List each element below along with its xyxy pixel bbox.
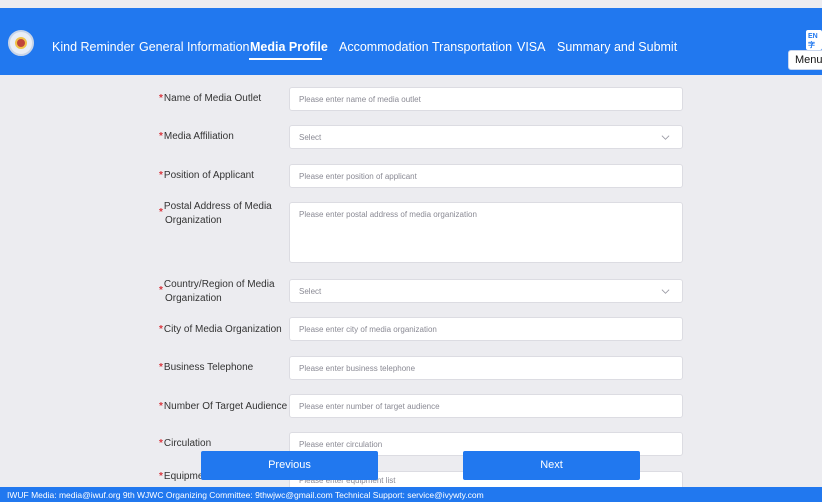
- country-region-select-value: Select: [299, 287, 322, 296]
- chevron-down-icon: [661, 289, 670, 294]
- field-label-country-region: *Country/Region of Media Organization: [159, 279, 275, 304]
- field-label-media-outlet: *Name of Media Outlet: [159, 93, 262, 104]
- previous-button[interactable]: Previous: [201, 451, 378, 480]
- nav-item-accommodation[interactable]: Accommodation: [339, 40, 429, 54]
- nav-item-visa[interactable]: VISA: [517, 40, 546, 54]
- field-label-circulation: *Circulation: [159, 438, 212, 449]
- postal-address-textarea[interactable]: Please enter postal address of media org…: [289, 202, 683, 263]
- contact-footer: IWUF Media: media@iwuf.org 9th WJWC Orga…: [0, 487, 822, 502]
- media-outlet-input[interactable]: Please enter name of media outlet: [289, 87, 683, 111]
- menu-button[interactable]: Menu: [788, 50, 822, 70]
- nav-item-media-profile[interactable]: Media Profile: [250, 40, 328, 54]
- field-label-business-telephone: *Business Telephone: [159, 362, 254, 373]
- nav-item-summary-and-submit[interactable]: Summary and Submit: [557, 40, 677, 54]
- field-label-postal-address: *Postal Address of Media Organization: [159, 201, 272, 226]
- active-tab-underline: [249, 58, 322, 60]
- chevron-down-icon: [661, 135, 670, 140]
- media-affiliation-select[interactable]: Select: [289, 125, 683, 149]
- field-label-media-affiliation: *Media Affiliation: [159, 131, 234, 142]
- next-button[interactable]: Next: [463, 451, 640, 480]
- country-region-select[interactable]: Select: [289, 279, 683, 303]
- nav-item-transportation[interactable]: Transportation: [432, 40, 512, 54]
- city-input[interactable]: Please enter city of media organization: [289, 317, 683, 341]
- position-of-applicant-input[interactable]: Please enter position of applicant: [289, 164, 683, 188]
- nav-item-general-information[interactable]: General Information: [139, 40, 249, 54]
- field-label-position: *Position of Applicant: [159, 170, 254, 181]
- field-label-city: *City of Media Organization: [159, 324, 282, 335]
- language-translate-icon[interactable]: EN字: [806, 30, 822, 50]
- target-audience-input[interactable]: Please enter number of target audience: [289, 394, 683, 418]
- nav-item-kind-reminder[interactable]: Kind Reminder: [52, 40, 135, 54]
- field-label-target-audience: *Number Of Target Audience: [159, 401, 288, 412]
- business-telephone-input[interactable]: Please enter business telephone: [289, 356, 683, 380]
- media-affiliation-select-value: Select: [299, 133, 322, 142]
- organization-logo[interactable]: [8, 30, 34, 56]
- top-navigation-bar: Kind Reminder General Information Media …: [0, 8, 822, 75]
